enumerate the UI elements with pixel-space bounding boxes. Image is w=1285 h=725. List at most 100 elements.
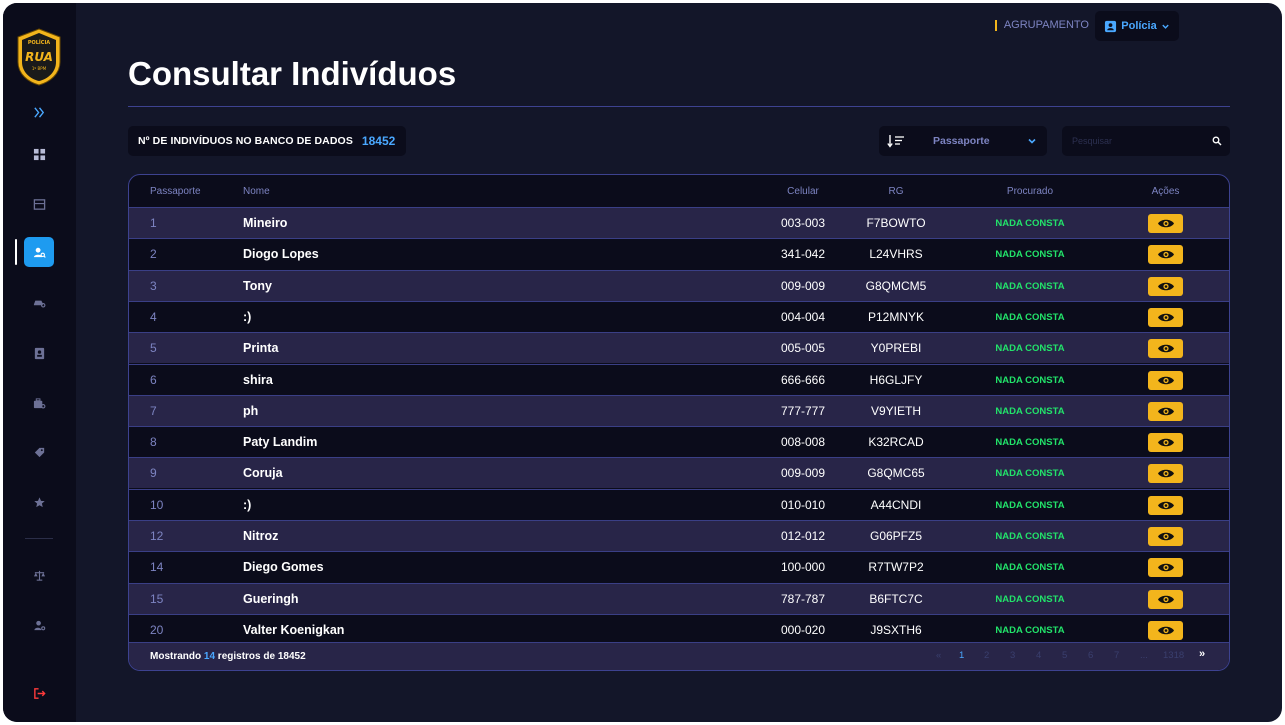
police-logo[interactable]: POLÍCIA RUA 1º BPM bbox=[16, 28, 62, 86]
cell-phone: 003-003 bbox=[780, 216, 826, 230]
column-header-wanted[interactable]: Procurado bbox=[978, 186, 1082, 197]
cell-name: Gueringh bbox=[243, 591, 299, 606]
eye-icon bbox=[1157, 376, 1174, 384]
count-value: 18452 bbox=[361, 134, 396, 148]
column-header-name[interactable]: Nome bbox=[243, 186, 270, 197]
group-selector-button[interactable]: Polícia bbox=[1095, 11, 1179, 41]
view-individual-button[interactable] bbox=[1148, 370, 1183, 390]
table-row[interactable]: 14 Diego Gomes 100-000 R7TW7P2 NADA CONSTA bbox=[129, 551, 1229, 583]
table-row[interactable]: 8 Paty Landim 008-008 K32RCAD NADA CONSTA bbox=[129, 426, 1229, 458]
search-field[interactable] bbox=[1062, 126, 1230, 156]
cell-rg: R7TW7P2 bbox=[868, 560, 924, 575]
svg-text:RUA: RUA bbox=[25, 50, 53, 64]
view-individual-button[interactable] bbox=[1148, 495, 1183, 515]
table-row[interactable]: 3 Tony 009-009 G8QMCM5 NADA CONSTA bbox=[129, 269, 1229, 301]
view-individual-button[interactable] bbox=[1148, 214, 1183, 233]
cell-phone: 008-008 bbox=[780, 435, 826, 450]
sidebar-item-settings[interactable] bbox=[24, 610, 54, 640]
sidebar-item-records[interactable] bbox=[24, 189, 54, 219]
pagination-page[interactable]: 4 bbox=[1036, 650, 1041, 661]
view-individual-button[interactable] bbox=[1148, 558, 1183, 578]
logout-icon bbox=[33, 687, 46, 699]
cell-passport: 15 bbox=[150, 591, 164, 606]
sidebar-item-tags[interactable] bbox=[24, 437, 54, 467]
cell-phone: 010-010 bbox=[780, 497, 826, 512]
pagination-page[interactable]: 1 bbox=[959, 650, 964, 661]
search-input[interactable] bbox=[1072, 126, 1202, 156]
cell-rg: B6FTC7C bbox=[869, 591, 923, 606]
sidebar-item-cases[interactable] bbox=[24, 388, 54, 418]
cell-wanted-status: NADA CONSTA bbox=[995, 218, 1065, 229]
cell-rg: K32RCAD bbox=[868, 435, 924, 450]
table-row[interactable]: 15 Gueringh 787-787 B6FTC7C NADA CONSTA bbox=[129, 582, 1229, 614]
table-row[interactable]: 10:) 010-010 A44CNDI NADA CONSTA bbox=[129, 488, 1229, 520]
pagination-page[interactable]: 1318 bbox=[1163, 650, 1184, 661]
cell-wanted-status: NADA CONSTA bbox=[995, 311, 1065, 323]
pagination-page[interactable]: 2 bbox=[984, 650, 989, 661]
cell-phone: 012-012 bbox=[780, 529, 826, 543]
view-individual-button[interactable] bbox=[1148, 433, 1183, 453]
view-individual-button[interactable] bbox=[1148, 401, 1183, 421]
cell-phone: 000-020 bbox=[780, 622, 826, 637]
table-row[interactable]: 5 Printa 005-005 Y0PREBI NADA CONSTA bbox=[129, 332, 1229, 364]
column-header-passport[interactable]: Passaporte bbox=[150, 186, 201, 197]
sidebar-item-individuals[interactable] bbox=[24, 237, 54, 267]
table-row[interactable]: 7 ph 777-777 V9YIETH NADA CONSTA bbox=[129, 394, 1229, 426]
logout-button[interactable] bbox=[24, 678, 54, 708]
group-label: AGRUPAMENTO bbox=[994, 20, 1089, 31]
tag-icon bbox=[34, 447, 44, 457]
expand-sidebar-button[interactable] bbox=[24, 97, 54, 127]
table-row[interactable]: 4:) 004-004 P12MNYK NADA CONSTA bbox=[129, 300, 1229, 332]
pagination-page[interactable]: 7 bbox=[1114, 650, 1119, 661]
search-icon[interactable] bbox=[1212, 136, 1222, 146]
summary-total: 18452 bbox=[277, 651, 306, 662]
count-label: Nº DE INDIVÍDUOS NO BANCO DE DADOS bbox=[138, 135, 353, 147]
cell-wanted-status: NADA CONSTA bbox=[995, 374, 1065, 386]
view-individual-button[interactable] bbox=[1148, 527, 1183, 546]
cell-passport: 9 bbox=[150, 466, 157, 481]
view-individual-button[interactable] bbox=[1148, 589, 1183, 609]
cell-rg: Y0PREBI bbox=[870, 341, 922, 356]
eye-icon bbox=[1157, 282, 1174, 290]
cell-wanted-status: NADA CONSTA bbox=[995, 405, 1065, 417]
view-individual-button[interactable] bbox=[1148, 464, 1183, 484]
pagination-page[interactable]: 3 bbox=[1010, 650, 1015, 661]
archive-box-icon bbox=[33, 198, 45, 210]
pagination-page[interactable]: 5 bbox=[1062, 650, 1067, 661]
pagination-next[interactable]: » bbox=[1199, 648, 1205, 660]
sidebar-item-favorites[interactable] bbox=[24, 487, 54, 517]
app-window: POLÍCIA RUA 1º BPM AGRUPAMENTO Polícia C… bbox=[3, 3, 1282, 722]
view-individual-button[interactable] bbox=[1148, 307, 1183, 327]
sidebar-item-dashboard[interactable] bbox=[24, 139, 54, 169]
column-header-phone[interactable]: Celular bbox=[749, 186, 857, 197]
cell-name: Nitroz bbox=[243, 529, 279, 543]
pagination-page[interactable]: 6 bbox=[1088, 650, 1093, 661]
eye-icon bbox=[1157, 438, 1174, 447]
view-individual-button[interactable] bbox=[1148, 245, 1183, 265]
cell-phone: 777-777 bbox=[780, 403, 826, 418]
sort-select[interactable]: Passaporte bbox=[879, 126, 1047, 156]
table-row[interactable]: 1 Mineiro 003-003 F7BOWTO NADA CONSTA bbox=[129, 207, 1229, 238]
sidebar-item-vehicles[interactable] bbox=[24, 287, 54, 317]
cell-rg: J9SXTH6 bbox=[870, 622, 922, 637]
cell-name: Valter Koenigkan bbox=[243, 622, 345, 637]
cell-passport: 14 bbox=[150, 560, 164, 575]
pagination-prev[interactable]: « bbox=[936, 650, 941, 661]
cell-wanted-status: NADA CONSTA bbox=[995, 624, 1065, 636]
table-row[interactable]: 12 Nitroz 012-012 G06PFZ5 NADA CONSTA bbox=[129, 520, 1229, 551]
sidebar-item-laws[interactable] bbox=[24, 560, 54, 590]
cell-phone: 666-666 bbox=[780, 372, 826, 387]
view-individual-button[interactable] bbox=[1148, 339, 1183, 359]
cell-rg: V9YIETH bbox=[870, 403, 921, 418]
table-row[interactable]: 2 Diogo Lopes 341-042 L24VHRS NADA CONSTA bbox=[129, 238, 1229, 270]
table-row[interactable]: 6 shira 666-666 H6GLJFY NADA CONSTA bbox=[129, 363, 1229, 395]
sidebar-item-reports[interactable] bbox=[24, 338, 54, 368]
eye-icon bbox=[1157, 564, 1174, 572]
table-row[interactable]: 20 Valter Koenigkan 000-020 J9SXTH6 NADA CON… bbox=[129, 613, 1229, 645]
individuals-count-badge: Nº DE INDIVÍDUOS NO BANCO DE DADOS 18452 bbox=[128, 126, 406, 156]
view-individual-button[interactable] bbox=[1148, 620, 1183, 640]
column-header-rg[interactable]: RG bbox=[842, 186, 950, 197]
view-individual-button[interactable] bbox=[1148, 276, 1183, 296]
sidebar-divider bbox=[25, 538, 53, 539]
table-row[interactable]: 9 Coruja 009-009 G8QMC65 NADA CONSTA bbox=[129, 457, 1229, 489]
